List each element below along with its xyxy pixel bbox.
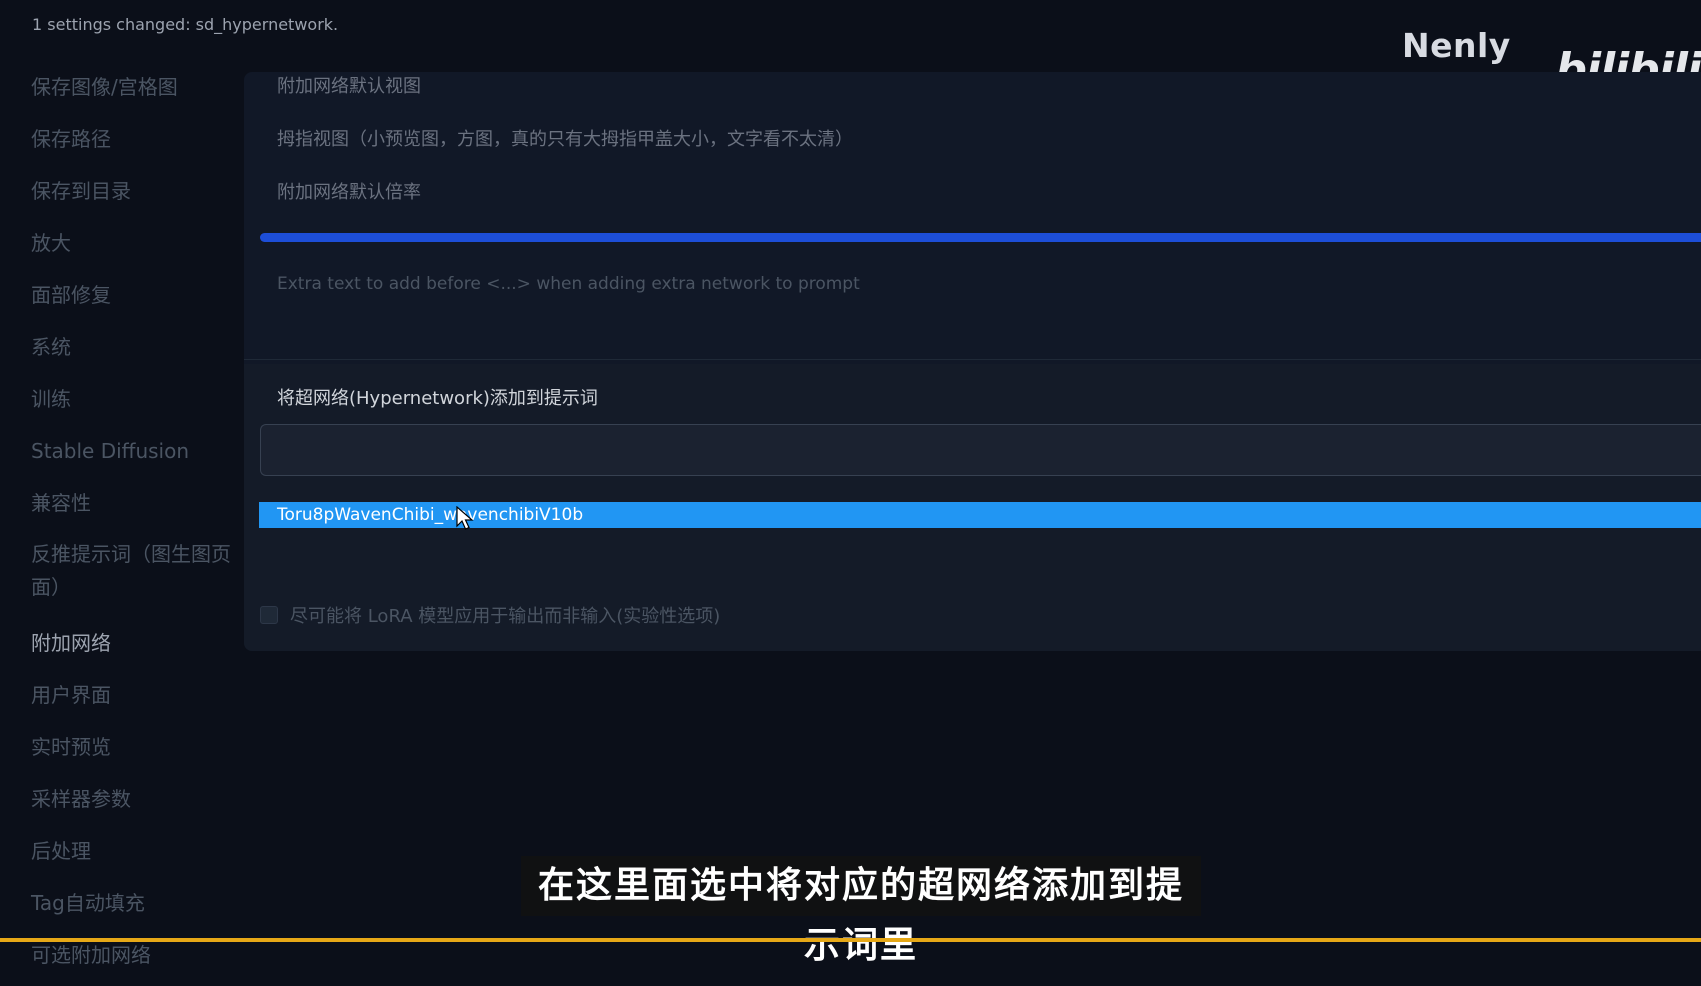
sidebar-item-live-previews[interactable]: 实时预览 — [31, 726, 231, 778]
sidebar-item-user-interface[interactable]: 用户界面 — [31, 674, 231, 726]
sidebar-item-face-restoration[interactable]: 面部修复 — [31, 274, 231, 326]
sidebar-item-save-paths[interactable]: 保存路径 — [31, 118, 231, 170]
extra-networks-settings-panel: 附加网络默认视图 拇指视图（小预览图，方图，真的只有大拇指甲盖大小，文字看不太清… — [244, 72, 1701, 651]
sidebar-item-training[interactable]: 训练 — [31, 378, 231, 430]
lora-output-checkbox-label: 尽可能将 LoRA 模型应用于输出而非输入(实验性选项) — [290, 606, 721, 627]
video-progress-bar — [0, 938, 1701, 942]
extra-text-input[interactable]: Extra text to add before <...> when addi… — [277, 274, 860, 294]
section-divider — [244, 359, 1701, 360]
lora-output-checkbox-row[interactable]: 尽可能将 LoRA 模型应用于输出而非输入(实验性选项) — [260, 602, 720, 628]
default-multiplier-label: 附加网络默认倍率 — [277, 182, 421, 203]
sidebar-item-compatibility[interactable]: 兼容性 — [31, 482, 231, 534]
dropdown-option-hypernetwork[interactable]: Toru8pWavenChibi_wavenchibiV10b — [259, 502, 1701, 528]
lora-output-checkbox[interactable] — [260, 606, 278, 624]
status-message: 1 settings changed: sd_hypernetwork. — [32, 15, 339, 34]
sidebar-item-save-images[interactable]: 保存图像/宫格图 — [31, 66, 231, 118]
sidebar-item-tag-autocomplete[interactable]: Tag自动填充 — [31, 882, 231, 934]
sidebar-item-save-to-dirs[interactable]: 保存到目录 — [31, 170, 231, 222]
sidebar-item-system[interactable]: 系统 — [31, 326, 231, 378]
hypernetwork-dropdown-label: 将超网络(Hypernetwork)添加到提示词 — [277, 388, 598, 409]
sidebar-item-extra-networks[interactable]: 附加网络 — [31, 622, 231, 674]
settings-sidebar: 保存图像/宫格图 保存路径 保存到目录 放大 面部修复 系统 训练 Stable… — [31, 66, 231, 986]
sidebar-item-sampler-parameters[interactable]: 采样器参数 — [31, 778, 231, 830]
thumbs-view-option[interactable]: 拇指视图（小预览图，方图，真的只有大拇指甲盖大小，文字看不太清） — [277, 125, 853, 151]
default-multiplier-slider[interactable] — [260, 233, 1701, 242]
sidebar-item-postprocessing[interactable]: 后处理 — [31, 830, 231, 882]
sidebar-item-stable-diffusion[interactable]: Stable Diffusion — [31, 430, 231, 482]
sidebar-item-interrogate[interactable]: 反推提示词（图生图页面） — [31, 534, 231, 622]
hypernetwork-dropdown-input[interactable] — [260, 424, 1701, 476]
sidebar-item-upscaling[interactable]: 放大 — [31, 222, 231, 274]
mouse-cursor-icon — [456, 506, 474, 530]
video-subtitle: 在这里面选中将对应的超网络添加到提示词里 — [521, 856, 1201, 966]
default-view-label: 附加网络默认视图 — [277, 76, 421, 97]
